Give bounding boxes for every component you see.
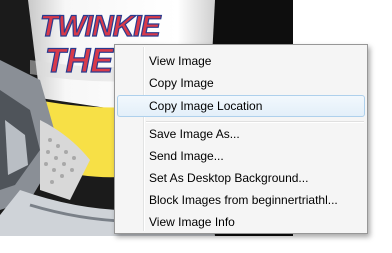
sock-text-line-2: THE [45,42,114,80]
menu-item-save-image-as[interactable]: Save Image As... [117,124,365,146]
menu-item-view-image-info[interactable]: View Image Info [117,212,365,234]
menu-separator [146,121,364,123]
menu-item-block-images[interactable]: Block Images from beginnertriathl... [117,190,365,212]
menu-item-send-image[interactable]: Send Image... [117,146,365,168]
sock-text-line-1: TWINKIE [40,10,162,43]
context-menu: View Image Copy Image Copy Image Locatio… [114,44,368,234]
menu-item-view-image[interactable]: View Image [117,51,365,73]
menu-item-copy-image[interactable]: Copy Image [117,73,365,95]
menu-item-copy-image-location[interactable]: Copy Image Location [117,95,365,117]
menu-item-set-desktop-background[interactable]: Set As Desktop Background... [117,168,365,190]
